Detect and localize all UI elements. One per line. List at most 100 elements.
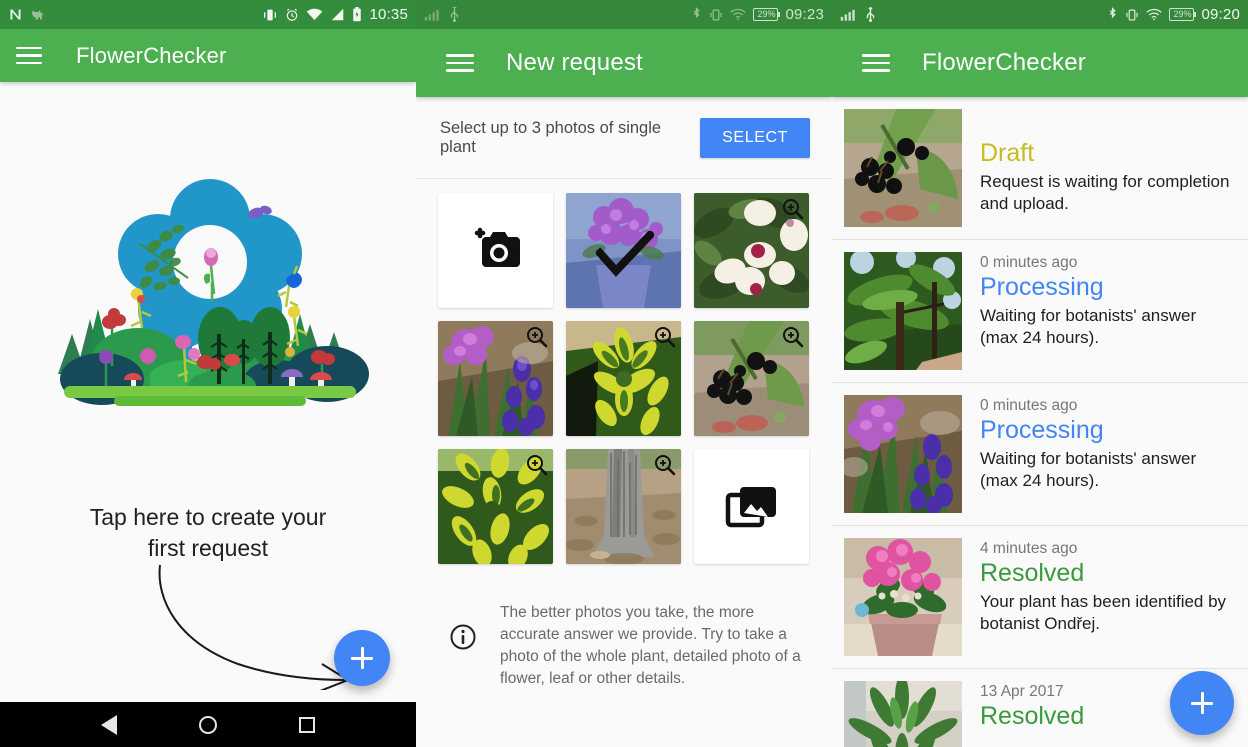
zoom-in-icon[interactable] <box>654 454 676 476</box>
caption-line-2: first request <box>147 534 269 561</box>
new-request-body: Select up to 3 photos of single plant SE… <box>416 97 832 747</box>
request-description: Waiting for botanists' answer (max 24 ho… <box>980 449 1197 490</box>
recents-square-icon <box>298 716 315 733</box>
thumb-green-leaves-tree <box>844 252 962 370</box>
photo-tips-text: The better photos you take, the more acc… <box>500 604 801 687</box>
request-description: Your plant has been identified by botani… <box>980 592 1227 633</box>
request-description: Request is waiting for completion and up… <box>980 172 1230 213</box>
nav-home-button[interactable] <box>188 705 228 745</box>
three-panel-screenshot: 10:35 FlowerChecker Tap here to create y… <box>0 0 1248 747</box>
status-bar: 29% 09:20 <box>832 0 1248 29</box>
status-bar-left-icons <box>424 7 461 22</box>
request-description: Waiting for botanists' answer (max 24 ho… <box>980 306 1197 347</box>
photo-cell[interactable] <box>566 321 681 436</box>
selected-check-icon <box>596 231 654 277</box>
battery-icon <box>352 7 362 22</box>
photo-library-icon <box>724 483 780 531</box>
photo-tips-row: The better photos you take, the more acc… <box>416 564 832 690</box>
photo-cell[interactable] <box>438 321 553 436</box>
back-triangle-icon <box>101 714 118 735</box>
usb-icon <box>864 7 877 22</box>
status-bar: 10:35 <box>0 0 416 29</box>
home-circle-icon <box>198 715 217 734</box>
panel-home-empty-state: 10:35 FlowerChecker Tap here to create y… <box>0 0 416 747</box>
signal-icon <box>330 8 345 21</box>
request-thumbnail <box>844 109 962 227</box>
table-row[interactable]: 4 minutes ago Resolved Your plant has be… <box>832 526 1248 669</box>
wifi-icon <box>306 8 323 21</box>
status-badge: Resolved <box>980 559 1085 587</box>
photo-grid <box>416 179 832 564</box>
thumb-black-berries-on-branch <box>844 109 962 227</box>
add-request-fab[interactable] <box>1170 671 1234 735</box>
add-photo-camera-icon <box>468 227 524 275</box>
status-bar-clock: 09:23 <box>785 6 824 23</box>
wifi-icon <box>1146 8 1163 21</box>
table-row[interactable]: 0 minutes ago Processing Waiting for bot… <box>832 383 1248 526</box>
thumb-pink-kalanchoe-in-pot <box>844 538 962 656</box>
bluetooth-icon <box>1107 7 1118 22</box>
usb-icon <box>448 7 461 22</box>
battery-percent-badge: 29% <box>753 8 781 21</box>
select-button[interactable]: SELECT <box>700 117 810 158</box>
status-badge: Processing <box>980 273 1104 301</box>
signal-bars-icon <box>840 8 857 21</box>
request-timestamp: 0 minutes ago <box>980 254 1078 271</box>
zoom-in-icon[interactable] <box>782 326 804 348</box>
add-request-fab[interactable] <box>334 630 390 686</box>
select-photos-hint: Select up to 3 photos of single plant <box>440 118 662 156</box>
flower-garden-illustration <box>42 174 378 414</box>
hamburger-icon[interactable] <box>446 54 474 72</box>
request-thumbnail <box>844 538 962 656</box>
cat-icon <box>30 7 45 22</box>
bluetooth-icon <box>691 7 702 22</box>
empty-state-body: Tap here to create your first request <box>0 82 416 702</box>
status-bar-right-icons: 29% 09:23 <box>691 6 824 23</box>
request-info: 4 minutes ago Resolved Your plant has be… <box>980 538 1232 635</box>
request-info: Draft Request is waiting for completion … <box>980 109 1232 215</box>
panel-new-request: 29% 09:23 New request Select up to 3 pho… <box>416 0 832 747</box>
photo-cell[interactable] <box>694 321 809 436</box>
alarm-icon <box>285 8 299 22</box>
photo-cell-selected[interactable] <box>566 193 681 308</box>
add-photo-cell[interactable] <box>438 193 553 308</box>
hamburger-icon[interactable] <box>862 54 890 72</box>
status-bar-right-icons: 10:35 <box>262 6 408 23</box>
app-bar: FlowerChecker <box>0 29 416 82</box>
nav-back-button[interactable] <box>89 705 129 745</box>
caption-line-1: Tap here to create your <box>89 504 327 530</box>
wifi-icon <box>730 8 747 21</box>
nav-recents-button[interactable] <box>287 705 327 745</box>
status-badge: Draft <box>980 139 1035 167</box>
zoom-in-icon[interactable] <box>782 198 804 220</box>
zoom-in-icon[interactable] <box>654 326 676 348</box>
photo-cell[interactable] <box>566 449 681 564</box>
request-info: 0 minutes ago Processing Waiting for bot… <box>980 395 1232 492</box>
status-bar-left-icons <box>8 7 45 22</box>
request-info: 0 minutes ago Processing Waiting for bot… <box>980 252 1232 349</box>
thumb-purple-lavender-plants <box>844 395 962 513</box>
photo-cell[interactable] <box>694 193 809 308</box>
panel-request-list: 29% 09:20 FlowerChecker Draft Request is… <box>832 0 1248 747</box>
table-row[interactable]: 0 minutes ago Processing Waiting for bot… <box>832 240 1248 383</box>
page-title: FlowerChecker <box>76 42 227 68</box>
request-thumbnail <box>844 681 962 747</box>
table-row[interactable]: Draft Request is waiting for completion … <box>832 97 1248 240</box>
battery-percent-badge: 29% <box>1169 8 1197 21</box>
status-bar: 29% 09:23 <box>416 0 832 29</box>
vibrate-icon <box>1125 8 1139 22</box>
status-bar-clock: 10:35 <box>369 6 408 23</box>
vibrate-icon <box>262 8 278 22</box>
photo-cell[interactable] <box>438 449 553 564</box>
gallery-cell[interactable] <box>694 449 809 564</box>
request-thumbnail <box>844 395 962 513</box>
request-timestamp: 4 minutes ago <box>980 540 1078 557</box>
plus-icon <box>351 647 373 669</box>
signal-bars-icon <box>424 8 441 21</box>
page-title: FlowerChecker <box>922 49 1086 76</box>
status-bar-left-icons <box>840 7 877 22</box>
hamburger-icon[interactable] <box>16 46 42 65</box>
thumb-green-spiky-houseplant <box>844 681 962 747</box>
zoom-in-icon[interactable] <box>526 326 548 348</box>
zoom-in-icon[interactable] <box>526 454 548 476</box>
